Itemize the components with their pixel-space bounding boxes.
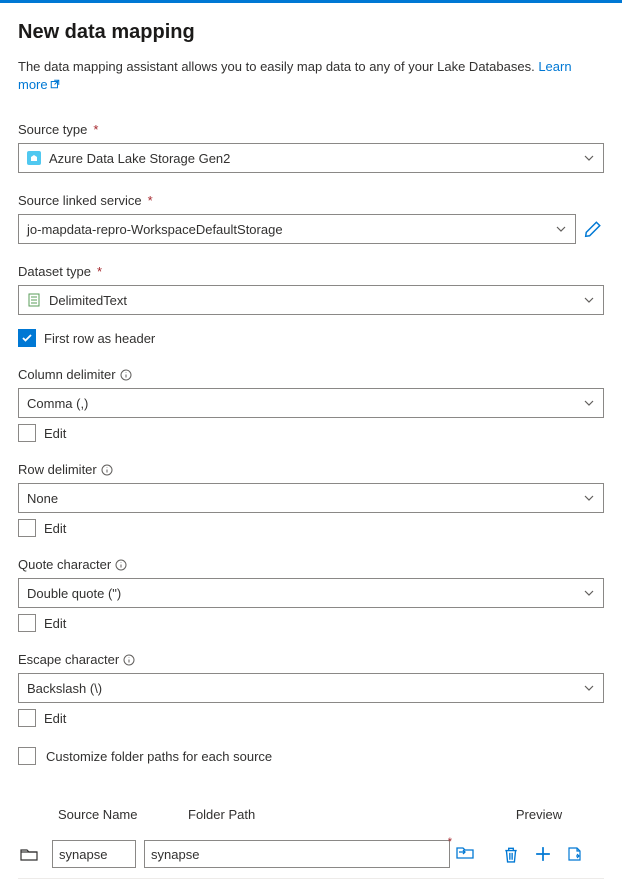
quote-char-edit-checkbox[interactable] bbox=[18, 614, 36, 632]
chevron-down-icon bbox=[555, 223, 567, 235]
add-row-button[interactable] bbox=[535, 846, 551, 862]
customize-paths-label: Customize folder paths for each source bbox=[46, 749, 272, 764]
azure-storage-icon bbox=[27, 151, 41, 165]
info-icon[interactable] bbox=[120, 369, 132, 381]
chevron-down-icon bbox=[583, 682, 595, 694]
required-indicator: * bbox=[448, 836, 452, 848]
folder-path-input[interactable] bbox=[144, 840, 450, 868]
escape-char-label: Escape character bbox=[18, 652, 604, 667]
info-icon[interactable] bbox=[101, 464, 113, 476]
file-icon bbox=[27, 293, 41, 307]
header-folder-path: Folder Path bbox=[188, 807, 474, 822]
external-link-icon bbox=[50, 79, 60, 89]
info-icon[interactable] bbox=[115, 559, 127, 571]
browse-folder-button[interactable] bbox=[456, 845, 474, 863]
intro-prefix: The data mapping assistant allows you to… bbox=[18, 59, 538, 74]
header-preview: Preview bbox=[474, 807, 604, 822]
delete-row-button[interactable] bbox=[503, 846, 519, 862]
escape-char-edit-label: Edit bbox=[44, 711, 66, 726]
chevron-down-icon bbox=[583, 397, 595, 409]
preview-button[interactable] bbox=[567, 846, 583, 862]
row-delimiter-label: Row delimiter bbox=[18, 462, 604, 477]
first-row-header-checkbox[interactable] bbox=[18, 329, 36, 347]
column-delimiter-edit-label: Edit bbox=[44, 426, 66, 441]
escape-char-edit-checkbox[interactable] bbox=[18, 709, 36, 727]
edit-linked-service-button[interactable] bbox=[584, 220, 602, 238]
table-row: * bbox=[18, 832, 604, 879]
linked-service-label: Source linked service* bbox=[18, 193, 604, 208]
row-delimiter-select[interactable]: None bbox=[18, 483, 604, 513]
source-name-input[interactable] bbox=[52, 840, 136, 868]
row-delimiter-edit-label: Edit bbox=[44, 521, 66, 536]
chevron-down-icon bbox=[583, 492, 595, 504]
intro-text: The data mapping assistant allows you to… bbox=[18, 58, 604, 94]
customize-paths-checkbox[interactable] bbox=[18, 747, 36, 765]
linked-service-select[interactable]: jo-mapdata-repro-WorkspaceDefaultStorage bbox=[18, 214, 576, 244]
quote-char-edit-label: Edit bbox=[44, 616, 66, 631]
escape-char-select[interactable]: Backslash (\) bbox=[18, 673, 604, 703]
chevron-down-icon bbox=[583, 294, 595, 306]
column-delimiter-edit-checkbox[interactable] bbox=[18, 424, 36, 442]
page-content: New data mapping The data mapping assist… bbox=[0, 3, 622, 893]
source-type-label: Source type* bbox=[18, 122, 604, 137]
source-type-select[interactable]: Azure Data Lake Storage Gen2 bbox=[18, 143, 604, 173]
first-row-header-label: First row as header bbox=[44, 331, 155, 346]
folder-icon bbox=[20, 847, 38, 861]
dataset-type-select[interactable]: DelimitedText bbox=[18, 285, 604, 315]
quote-char-label: Quote character bbox=[18, 557, 604, 572]
sources-table: Source Name Folder Path Preview * bbox=[18, 801, 604, 879]
header-source-name: Source Name bbox=[58, 807, 188, 822]
chevron-down-icon bbox=[583, 587, 595, 599]
page-title: New data mapping bbox=[18, 21, 604, 44]
chevron-down-icon bbox=[583, 152, 595, 164]
row-delimiter-edit-checkbox[interactable] bbox=[18, 519, 36, 537]
dataset-type-label: Dataset type* bbox=[18, 264, 604, 279]
info-icon[interactable] bbox=[123, 654, 135, 666]
quote-char-select[interactable]: Double quote (") bbox=[18, 578, 604, 608]
column-delimiter-label: Column delimiter bbox=[18, 367, 604, 382]
column-delimiter-select[interactable]: Comma (,) bbox=[18, 388, 604, 418]
table-header-row: Source Name Folder Path Preview bbox=[18, 801, 604, 832]
